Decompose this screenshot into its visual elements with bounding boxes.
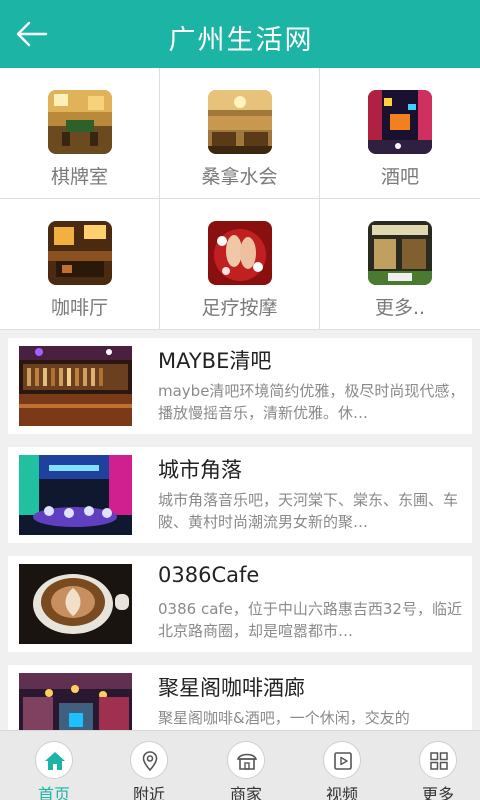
venue-photo [19, 455, 132, 535]
tab-label: 更多 [421, 785, 454, 800]
category-more[interactable]: 更多.. [320, 199, 480, 330]
chess-room-thumbnail [48, 90, 112, 154]
list-item[interactable]: 聚星阁咖啡酒廊 聚星阁咖啡&酒吧，一个休闲，交友的 [8, 665, 472, 730]
location-pin-icon [130, 741, 168, 779]
category-label: 更多.. [374, 297, 426, 319]
venue-name: 城市角落 [158, 458, 242, 482]
category-label: 咖啡厅 [50, 297, 108, 319]
tab-label: 视频 [325, 785, 358, 800]
video-play-icon [323, 741, 361, 779]
venue-description: maybe清吧环境简约优雅，极尽时尚现代感，播放慢摇音乐，清新优雅。休… [158, 382, 465, 422]
category-label: 棋牌室 [50, 166, 108, 188]
page-title: 广州生活网 [168, 25, 314, 56]
grid-more-icon [419, 741, 457, 779]
venue-name: MAYBE清吧 [158, 349, 272, 373]
venue-list: MAYBE清吧 maybe清吧环境简约优雅，极尽时尚现代感，播放慢摇音乐，清新优… [0, 330, 480, 730]
tab-label: 首页 [37, 785, 70, 800]
venue-photo [19, 564, 132, 644]
tab-label: 附近 [132, 785, 165, 800]
venue-name: 0386Cafe [158, 563, 260, 587]
list-item[interactable]: 城市角落 城市角落音乐吧，天河棠下、棠东、东圃、车陂、黄村时尚潮流男女新的聚… [8, 447, 472, 543]
category-chess-room[interactable]: 棋牌室 [0, 68, 160, 199]
venue-description: 城市角落音乐吧，天河棠下、棠东、东圃、车陂、黄村时尚潮流男女新的聚… [158, 491, 459, 531]
category-label: 酒吧 [380, 166, 419, 188]
cafe-thumbnail [48, 221, 112, 285]
tab-nearby[interactable]: 附近 [101, 731, 197, 800]
venue-name: 聚星阁咖啡酒廊 [158, 676, 305, 700]
tab-home[interactable]: 首页 [6, 731, 102, 800]
venue-photo [19, 673, 132, 730]
foot-massage-thumbnail [208, 221, 272, 285]
category-label: 足疗按摩 [201, 297, 278, 319]
venue-photo [19, 346, 132, 426]
tab-video[interactable]: 视频 [294, 731, 390, 800]
venue-description: 0386 cafe，位于中山六路惠吉西32号，临近北京路商圈，却是喧嚣都市… [158, 600, 462, 640]
category-cafe[interactable]: 咖啡厅 [0, 199, 160, 330]
venue-description: 聚星阁咖啡&酒吧，一个休闲，交友的 [158, 709, 410, 727]
home-icon [35, 741, 73, 779]
shop-icon [227, 741, 265, 779]
bar-thumbnail [368, 90, 432, 154]
more-thumbnail [368, 221, 432, 285]
category-label: 桑拿水会 [201, 166, 278, 188]
list-item[interactable]: 0386Cafe 0386 cafe，位于中山六路惠吉西32号，临近北京路商圈，… [8, 556, 472, 652]
tab-merchants[interactable]: 商家 [198, 731, 294, 800]
tab-label: 商家 [229, 785, 262, 800]
category-grid: 棋牌室 桑拿水会 酒吧 咖啡厅 足疗按摩 更多.. [0, 68, 480, 330]
sauna-thumbnail [208, 90, 272, 154]
tab-more[interactable]: 更多 [390, 731, 480, 800]
header-bar: 广州生活网 [0, 0, 480, 68]
category-foot-massage[interactable]: 足疗按摩 [160, 199, 320, 330]
category-sauna[interactable]: 桑拿水会 [160, 68, 320, 199]
list-item[interactable]: MAYBE清吧 maybe清吧环境简约优雅，极尽时尚现代感，播放慢摇音乐，清新优… [8, 338, 472, 434]
bottom-tab-bar: 首页 附近 商家 视频 更多 [0, 730, 480, 800]
category-bar[interactable]: 酒吧 [320, 68, 480, 199]
